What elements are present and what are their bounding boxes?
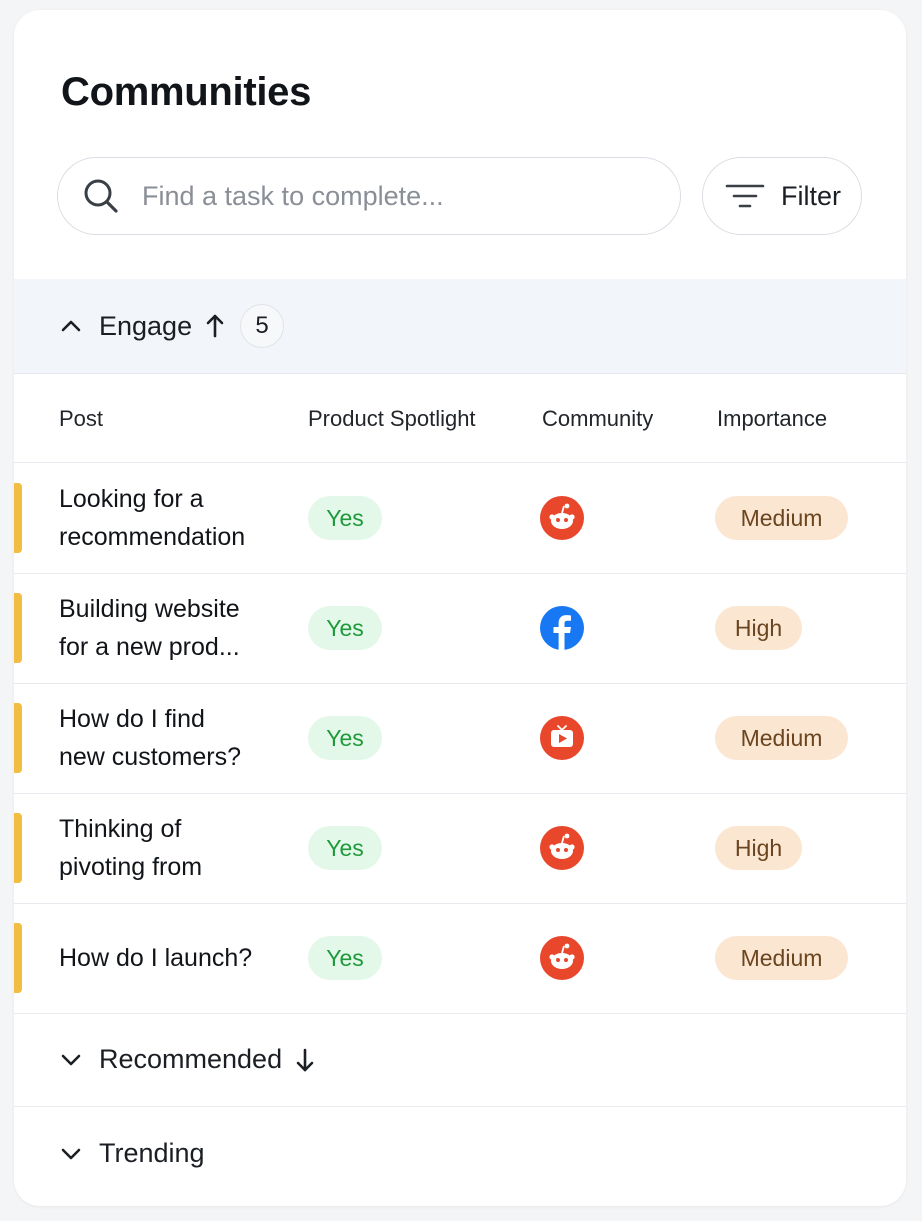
column-header-product-spotlight[interactable]: Product Spotlight [308,406,476,432]
search-input[interactable] [140,179,644,213]
group-header-trending[interactable]: Trending [14,1107,906,1200]
group-label-trending: Trending [99,1138,205,1168]
product-spotlight-badge: Yes [308,826,382,870]
post-title[interactable]: How do I find new customers? [59,683,294,793]
post-title[interactable]: How do I launch? [59,903,294,1013]
row-accent-bar [14,923,22,993]
product-spotlight-badge: Yes [308,606,382,650]
column-header-community[interactable]: Community [542,406,653,432]
column-header-post[interactable]: Post [59,406,103,432]
facebook-icon[interactable] [540,606,584,650]
post-title[interactable]: Thinking of pivoting from [59,793,294,903]
search-box[interactable] [57,157,681,235]
product-spotlight-badge: Yes [308,716,382,760]
product-spotlight-badge: Yes [308,496,382,540]
filter-icon [725,184,765,208]
importance-badge: Medium [715,936,848,980]
arrow-up-icon[interactable] [204,313,226,339]
chevron-down-icon[interactable] [59,1142,83,1166]
group-count-badge: 5 [240,304,285,348]
row-accent-bar [14,703,22,773]
post-title[interactable]: Building website for a new prod... [59,573,294,683]
group-label-engage: Engage [99,310,193,341]
group-label-recommended: Recommended [99,1044,283,1074]
table-row[interactable]: Thinking of pivoting from Yes High [14,793,906,904]
importance-badge: High [715,606,802,650]
table-row[interactable]: Looking for a recommendation Yes Medium [14,463,906,574]
importance-badge: High [715,826,802,870]
table-row[interactable]: Building website for a new prod... Yes Hi… [14,573,906,684]
importance-badge: Medium [715,716,848,760]
reddit-icon[interactable] [540,496,584,540]
column-header-importance[interactable]: Importance [717,406,827,432]
row-accent-bar [14,483,22,553]
page-title: Communities [61,70,312,114]
importance-badge: Medium [715,496,848,540]
arrow-down-icon[interactable] [294,1047,316,1073]
post-title[interactable]: Looking for a recommendation [59,463,294,573]
youtube-icon[interactable] [540,716,584,760]
filter-button[interactable]: Filter [702,157,862,235]
product-spotlight-badge: Yes [308,936,382,980]
table-header: Post Product Spotlight Community Importa… [14,374,906,463]
row-accent-bar [14,813,22,883]
table-row[interactable]: How do I launch? Yes Medium [14,903,906,1014]
group-header-engage[interactable]: Engage 5 [14,279,906,374]
group-header-recommended[interactable]: Recommended [14,1013,906,1107]
filter-label: Filter [781,180,841,211]
table-row[interactable]: How do I find new customers? Yes Medium [14,683,906,794]
row-accent-bar [14,593,22,663]
chevron-down-icon[interactable] [59,1048,83,1072]
chevron-up-icon[interactable] [59,314,83,338]
reddit-icon[interactable] [540,936,584,980]
search-icon [84,179,118,213]
communities-panel: Communities Filter Engage 5 Post Product… [14,10,906,1206]
reddit-icon[interactable] [540,826,584,870]
